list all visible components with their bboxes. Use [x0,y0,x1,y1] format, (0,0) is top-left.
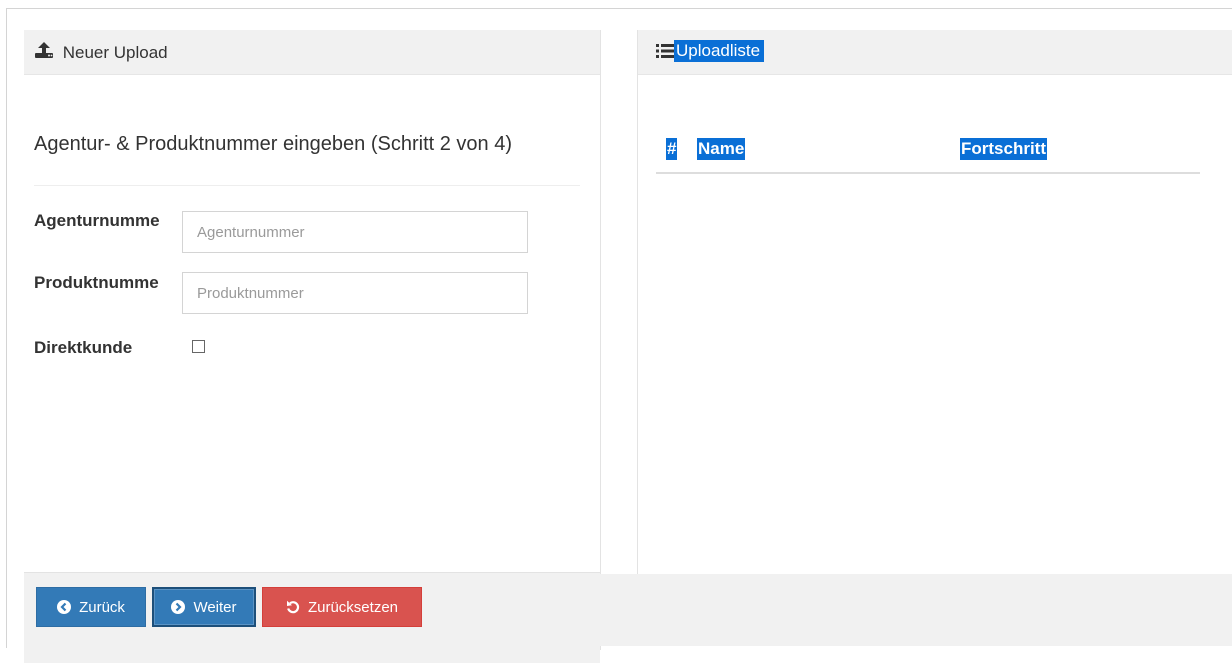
circle-arrow-left-icon [57,600,72,614]
reset-button-label: Zurücksetzen [307,598,399,616]
back-button[interactable]: Zurück [36,587,146,627]
list-icon [656,44,674,58]
column-header-progress[interactable]: Fortschritt [960,138,1047,160]
new-upload-panel: Neuer Upload Agentur- & Produktnummer ei… [24,30,601,663]
left-panel-footer: Zurück Weiter Zurücksetzen [24,572,600,663]
product-number-input[interactable] [182,272,528,314]
direct-customer-checkbox[interactable] [192,340,205,353]
upload-list-heading: Uploadliste [638,30,1232,75]
column-header-number[interactable]: # [666,138,678,160]
next-button[interactable]: Weiter [152,587,256,627]
product-number-label: Produktnumme [34,273,159,292]
agency-number-label: Agenturnumme [34,211,160,230]
table-header-divider [656,172,1200,174]
upload-list-panel: Uploadliste # Name Fortschritt [637,30,1232,575]
divider [34,185,580,186]
circle-arrow-right-icon [171,600,186,614]
new-upload-heading: Neuer Upload [24,30,600,75]
column-header-name[interactable]: Name [697,138,746,160]
reset-button[interactable]: Zurücksetzen [262,587,422,627]
upload-list-heading-text: Uploadliste [674,40,765,62]
next-button-label: Weiter [193,598,237,616]
upload-icon [34,31,54,76]
step-title: Agentur- & Produktnummer eingeben (Schri… [34,133,513,155]
back-button-label: Zurück [79,598,125,616]
undo-icon [286,600,300,614]
new-upload-heading-text: Neuer Upload [62,43,168,62]
agency-number-input[interactable] [182,211,528,253]
direct-customer-label: Direktkunde [34,338,133,357]
right-panel-footer [600,574,1232,646]
